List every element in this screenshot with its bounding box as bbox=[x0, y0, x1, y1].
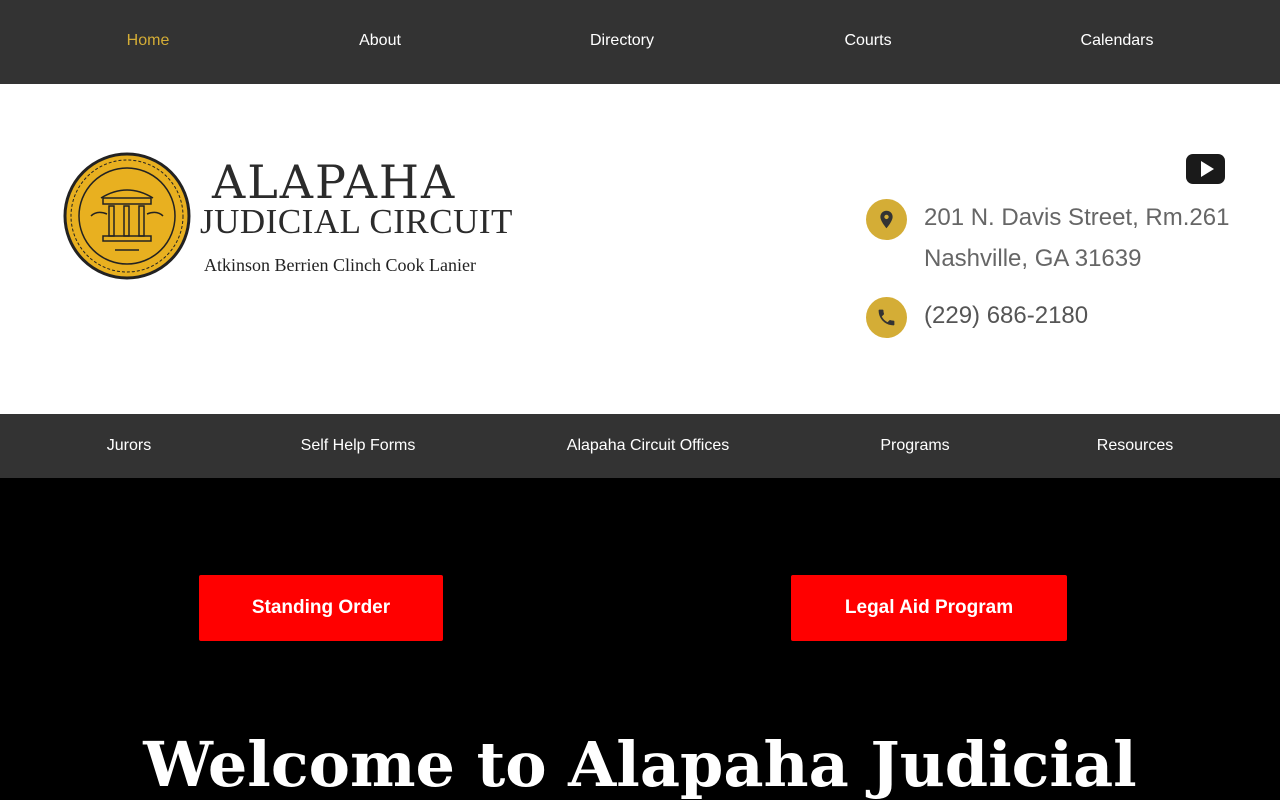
nav-directory[interactable]: Directory bbox=[590, 30, 654, 52]
address-line-2: Nashville, GA 31639 bbox=[924, 245, 1142, 272]
site-counties: Atkinson Berrien Clinch Cook Lanier bbox=[204, 255, 476, 275]
youtube-icon[interactable] bbox=[1186, 154, 1225, 184]
phone-icon bbox=[866, 297, 907, 338]
secondary-nav: Jurors Self Help Forms Alapaha Circuit O… bbox=[0, 414, 1280, 478]
address-line-1: 201 N. Davis Street, Rm.261 bbox=[924, 204, 1230, 231]
nav-about[interactable]: About bbox=[359, 30, 401, 52]
nav-resources[interactable]: Resources bbox=[1097, 435, 1173, 457]
nav-calendars[interactable]: Calendars bbox=[1081, 30, 1154, 52]
top-nav: Home About Directory Courts Calendars bbox=[0, 0, 1280, 84]
nav-programs[interactable]: Programs bbox=[880, 435, 949, 457]
welcome-heading: Welcome to Alapaha Judicial bbox=[143, 728, 1137, 800]
site-subtitle: JUDICIAL CIRCUIT bbox=[200, 202, 513, 241]
nav-home[interactable]: Home bbox=[127, 30, 170, 52]
legal-aid-program-button[interactable]: Legal Aid Program bbox=[791, 575, 1067, 641]
hero-section: Standing Order Legal Aid Program Welcome… bbox=[0, 478, 1280, 800]
state-of-georgia-seal-icon[interactable] bbox=[63, 152, 191, 280]
standing-order-button[interactable]: Standing Order bbox=[199, 575, 443, 641]
nav-self-help-forms[interactable]: Self Help Forms bbox=[301, 435, 416, 457]
site-header: ALAPAHA JUDICIAL CIRCUIT Atkinson Berrie… bbox=[0, 84, 1280, 414]
nav-courts[interactable]: Courts bbox=[844, 30, 891, 52]
nav-jurors[interactable]: Jurors bbox=[107, 435, 151, 457]
nav-circuit-offices[interactable]: Alapaha Circuit Offices bbox=[567, 435, 729, 457]
phone-number[interactable]: (229) 686-2180 bbox=[924, 301, 1088, 331]
map-pin-icon bbox=[866, 199, 907, 240]
